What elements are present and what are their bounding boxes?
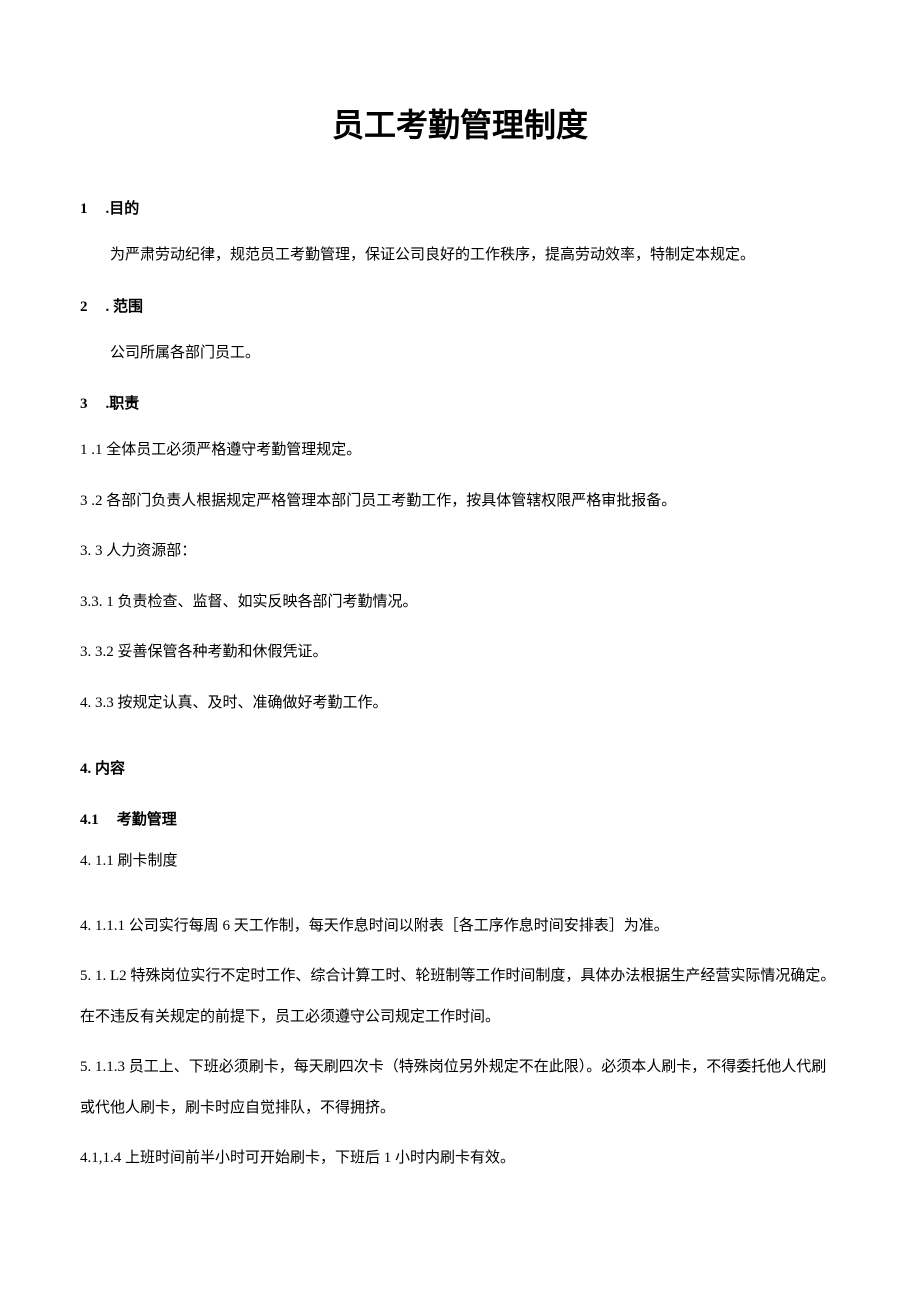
section-3-p4: 3.3. 1 负责检查、监督、如实反映各部门考勤情况。 — [80, 588, 840, 617]
section-3-label: .职责 — [106, 396, 140, 412]
section-2-heading: 2 . 范围 — [80, 294, 840, 321]
section-3-p5: 3. 3.2 妥善保管各种考勤和休假凭证。 — [80, 638, 840, 667]
section-3-heading: 3 .职责 — [80, 391, 840, 418]
section-3-num: 3 — [80, 391, 88, 418]
document-title: 员工考勤管理制度 — [80, 100, 840, 146]
section-4-1-num: 4.1 — [80, 812, 99, 829]
section-4-1-heading: 4.1 考勤管理 — [80, 808, 840, 829]
section-3-p1: 1 .1 全体员工必须严格遵守考勤管理规定。 — [80, 436, 840, 465]
section-4-p5: 4.1,1.4 上班时间前半小时可开始刷卡，下班后 1 小时内刷卡有效。 — [80, 1144, 840, 1173]
section-4-p3: 5. 1. L2 特殊岗位实行不定时工作、综合计算工时、轮班制等工作时间制度，具… — [80, 962, 840, 991]
section-1-label: .目的 — [106, 201, 140, 217]
section-4-p4b: 或代他人刷卡，刷卡时应自觉排队，不得拥挤。 — [80, 1094, 840, 1123]
section-3-p2: 3 .2 各部门负责人根据规定严格管理本部门员工考勤工作，按具体管辖权限严格审批… — [80, 487, 840, 516]
section-4-heading: 4. 内容 — [80, 757, 840, 778]
document-page: 员工考勤管理制度 1 .目的 为严肃劳动纪律，规范员工考勤管理，保证公司良好的工作… — [0, 0, 920, 1255]
section-3-p6: 4. 3.3 按规定认真、及时、准确做好考勤工作。 — [80, 689, 840, 718]
section-1-num: 1 — [80, 196, 88, 223]
section-4-p4: 5. 1.1.3 员工上、下班必须刷卡，每天刷四次卡（特殊岗位另外规定不在此限）… — [80, 1053, 840, 1082]
section-2-body: 公司所属各部门员工。 — [80, 339, 840, 368]
section-3-p3: 3. 3 人力资源部： — [80, 537, 840, 566]
section-1-heading: 1 .目的 — [80, 196, 840, 223]
section-1-body: 为严肃劳动纪律，规范员工考勤管理，保证公司良好的工作秩序，提高劳动效率，特制定本… — [80, 241, 840, 270]
section-4-p2: 4. 1.1.1 公司实行每周 6 天工作制，每天作息时间以附表［各工序作息时间… — [80, 912, 840, 941]
section-2-label: . 范围 — [106, 299, 144, 315]
section-4-1-label: 考勤管理 — [117, 812, 177, 828]
section-4-p3b: 在不违反有关规定的前提下，员工必须遵守公司规定工作时间。 — [80, 1003, 840, 1032]
section-4-p1: 4. 1.1 刷卡制度 — [80, 847, 840, 876]
section-2-num: 2 — [80, 294, 88, 321]
